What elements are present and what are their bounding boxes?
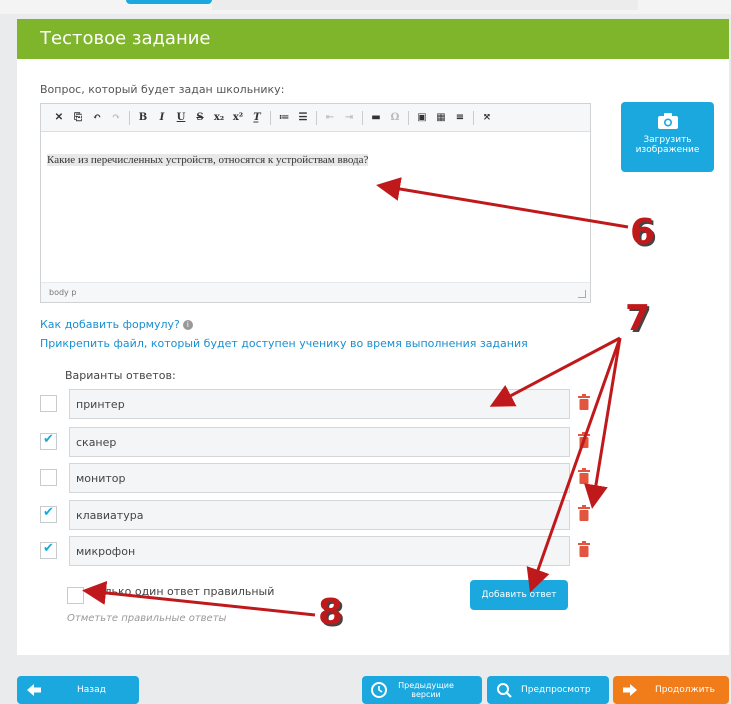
strikethrough-icon[interactable]: S	[192, 110, 208, 126]
answer-row: клавиатура	[40, 500, 600, 530]
answers-label: Варианты ответов:	[65, 369, 176, 382]
task-card: Тестовое задание Вопрос, который будет з…	[17, 19, 729, 655]
upload-image-button[interactable]: Загрузить изображение	[621, 102, 714, 172]
camera-icon	[657, 113, 678, 129]
continue-button[interactable]: Продолжить	[613, 676, 729, 704]
search-icon	[497, 683, 512, 698]
answer-row: сканер	[40, 427, 600, 457]
top-strip	[0, 0, 731, 14]
maximize-icon[interactable]: ⤧	[479, 110, 495, 126]
add-answer-button[interactable]: Добавить ответ	[470, 580, 568, 610]
answer-input[interactable]: сканер	[69, 427, 570, 457]
bulleted-list-icon[interactable]: ☰	[295, 110, 311, 126]
redo-icon[interactable]: ↷	[108, 110, 124, 126]
bottom-bar: Назад Предыдущие версии Предпросмотр Про…	[0, 662, 731, 704]
toolbar-separator	[408, 110, 409, 125]
superscript-icon[interactable]: x²	[230, 110, 246, 126]
trash-icon[interactable]	[578, 468, 590, 484]
annotation-number-6: 6	[630, 212, 656, 253]
answer-input[interactable]: клавиатура	[69, 500, 570, 530]
arrow-right-icon	[623, 684, 637, 696]
back-label: Назад	[77, 685, 106, 695]
page-title: Тестовое задание	[17, 19, 729, 59]
top-tab-area	[212, 0, 638, 10]
outdent-icon[interactable]: ⇤	[322, 110, 338, 126]
trash-icon[interactable]	[578, 541, 590, 557]
answer-checkbox[interactable]	[40, 432, 57, 450]
preview-label: Предпросмотр	[521, 685, 591, 695]
bold-icon[interactable]: B	[135, 110, 151, 126]
table-icon[interactable]: ▦	[433, 110, 449, 126]
arrow-left-icon	[27, 684, 41, 696]
italic-icon[interactable]: I	[154, 110, 170, 126]
question-text: Какие из перечисленных устройств, относя…	[47, 154, 369, 166]
info-icon: i	[182, 320, 193, 330]
answer-input[interactable]: микрофон	[69, 536, 570, 566]
answer-input[interactable]: принтер	[69, 389, 570, 419]
only-one-option[interactable]: Только один ответ правильный	[67, 585, 275, 604]
annotation-number-8: 8	[318, 592, 344, 633]
trash-icon[interactable]	[578, 505, 590, 521]
top-button-fragment[interactable]	[126, 0, 212, 4]
toolbar-separator	[270, 110, 271, 125]
back-button[interactable]: Назад	[17, 676, 139, 704]
toolbar-separator	[316, 110, 317, 125]
annotation-number-7: 7	[625, 298, 651, 339]
answer-row: монитор	[40, 463, 600, 493]
only-one-label: Только один ответ правильный	[91, 585, 275, 598]
image-icon[interactable]: ▣	[414, 110, 430, 126]
previous-versions-button[interactable]: Предыдущие версии	[362, 676, 482, 704]
trash-icon[interactable]	[578, 432, 590, 448]
trash-icon[interactable]	[578, 394, 590, 410]
question-label: Вопрос, который будет задан школьнику:	[40, 83, 285, 96]
page-break-icon[interactable]: ≡	[452, 110, 468, 126]
clock-icon	[371, 682, 387, 698]
previous-versions-label: Предыдущие версии	[398, 681, 454, 699]
resize-handle[interactable]	[578, 290, 586, 298]
numbered-list-icon[interactable]: ≔	[276, 110, 292, 126]
attach-file-link[interactable]: Прикрепить файл, который будет доступен …	[40, 337, 528, 350]
answer-input[interactable]: монитор	[69, 463, 570, 493]
answer-checkbox[interactable]	[40, 469, 57, 486]
subscript-icon[interactable]: x₂	[211, 110, 227, 126]
preview-button[interactable]: Предпросмотр	[487, 676, 609, 704]
only-one-checkbox[interactable]	[67, 587, 84, 604]
formula-link-text: Как добавить формулу?	[40, 318, 180, 331]
answer-checkbox[interactable]	[40, 541, 57, 559]
remove-format-icon[interactable]: T̲	[249, 110, 265, 126]
underline-icon[interactable]: U	[173, 110, 189, 126]
editor-path: body p	[41, 282, 590, 302]
special-char-icon[interactable]: Ω	[387, 110, 403, 126]
answer-row: принтер	[40, 389, 600, 419]
editor-toolbar: ✕ ⎘ ↶ ↷ B I U S x₂ x² T̲ ≔ ☰ ⇤ ⇥ ▬ Ω ▣ ▦…	[41, 104, 590, 132]
answer-checkbox[interactable]	[40, 395, 57, 412]
editor-content[interactable]: Какие из перечисленных устройств, относя…	[41, 132, 590, 278]
formula-link[interactable]: Как добавить формулу? i	[40, 318, 193, 331]
toolbar-separator	[473, 110, 474, 125]
cut-icon[interactable]: ✕	[51, 110, 67, 126]
horizontal-line-icon[interactable]: ▬	[368, 110, 384, 126]
copy-icon[interactable]: ⎘	[70, 110, 86, 126]
undo-icon[interactable]: ↶	[89, 110, 105, 126]
answer-checkbox[interactable]	[40, 505, 57, 523]
answer-row: микрофон	[40, 536, 600, 566]
toolbar-separator	[362, 110, 363, 125]
hint-text: Отметьте правильные ответы	[67, 613, 227, 624]
indent-icon[interactable]: ⇥	[341, 110, 357, 126]
continue-label: Продолжить	[655, 685, 715, 695]
upload-image-label: Загрузить изображение	[635, 135, 700, 155]
question-editor[interactable]: ✕ ⎘ ↶ ↷ B I U S x₂ x² T̲ ≔ ☰ ⇤ ⇥ ▬ Ω ▣ ▦…	[40, 103, 591, 303]
toolbar-separator	[129, 110, 130, 125]
